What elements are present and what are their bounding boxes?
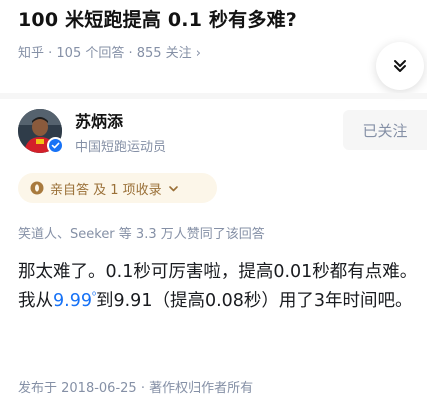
answer-content: 那太难了。0.1秒可厉害啦，提高0.01秒都有点难。我从9.99⁰到9.91（提… [18, 258, 418, 316]
chevron-down-icon [168, 185, 178, 191]
question-title[interactable]: 100 米短跑提高 0.1 秒有多难? [18, 5, 297, 32]
author-headline: 中国短跑运动员 [75, 140, 167, 155]
coin-icon [30, 181, 44, 195]
answer-highlight-link[interactable]: 9.99 [53, 291, 92, 311]
question-meta-text: 知乎 · 105 个回答 · 855 关注 [18, 46, 192, 61]
author-name[interactable]: 苏炳添 [75, 108, 123, 132]
voters-summary[interactable]: 笑道人、Seeker 等 3.3 万人赞同了该回答 [18, 223, 265, 242]
collection-tag-label: 亲自答 及 1 项收录 [50, 182, 162, 198]
verified-check-icon [47, 137, 64, 154]
collection-tag[interactable]: 亲自答 及 1 项收录 [18, 173, 217, 203]
follow-button[interactable]: 已关注 [343, 110, 427, 150]
double-chevron-down-icon [394, 60, 406, 72]
section-divider [0, 93, 427, 99]
publish-info: 发布于 2018-06-25 · 著作权归作者所有 [18, 381, 254, 396]
chevron-right-icon: › [195, 46, 201, 61]
answer-text-part2: 到9.91（提高0.08秒）用了3年时间吧。 [95, 291, 413, 311]
collapse-button[interactable] [376, 42, 424, 90]
question-meta[interactable]: 知乎 · 105 个回答 · 855 关注 › [18, 42, 201, 61]
